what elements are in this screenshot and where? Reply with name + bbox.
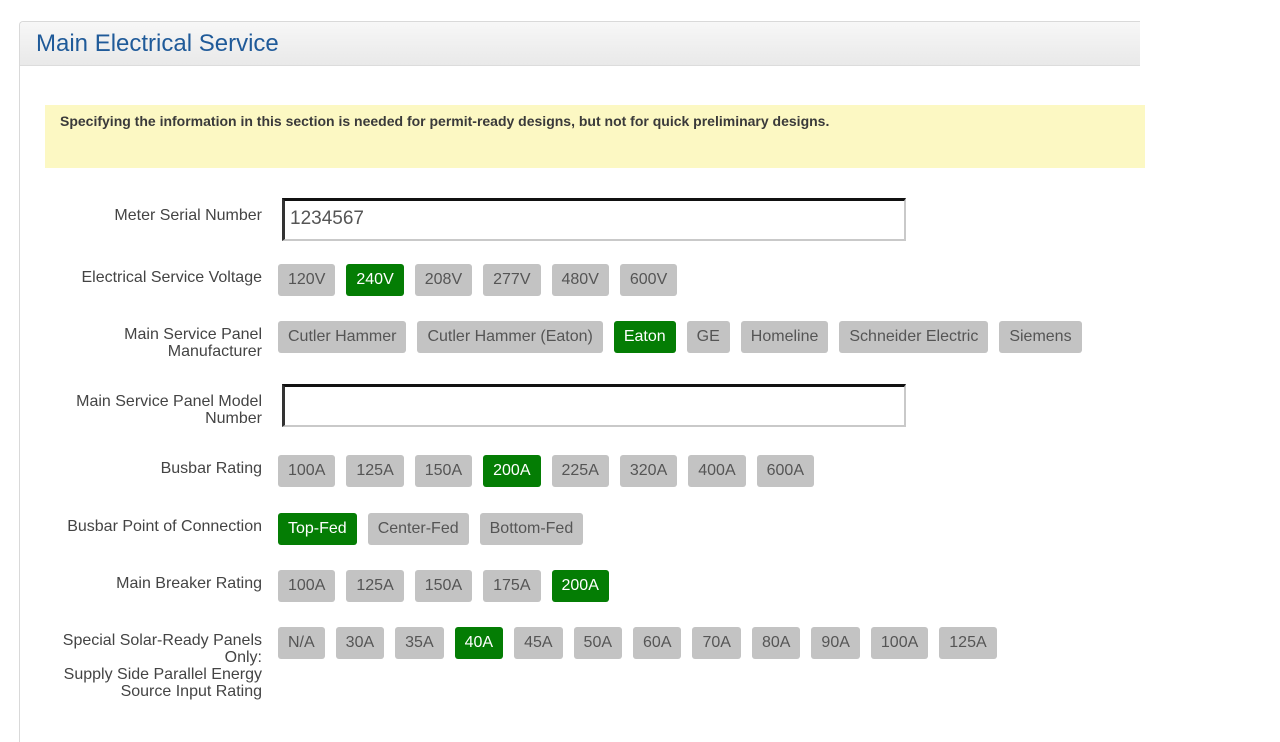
main-breaker-option[interactable]: 200A xyxy=(551,570,609,602)
notice-text: Specifying the information in this secti… xyxy=(60,113,830,129)
manufacturer-option[interactable]: GE xyxy=(686,321,730,353)
voltage-option[interactable]: 208V xyxy=(414,264,473,296)
manufacturer-option[interactable]: Schneider Electric xyxy=(839,321,989,353)
manufacturer-options: Cutler Hammer Cutler Hammer (Eaton) Eaton G… xyxy=(278,321,1082,353)
manufacturer-option[interactable]: Siemens xyxy=(999,321,1082,353)
busbar-rating-option[interactable]: 125A xyxy=(346,455,404,487)
busbar-rating-option[interactable]: 320A xyxy=(619,455,678,487)
voltage-options: 120V 240V 208V 277V 480V 600V xyxy=(278,264,678,296)
busbar-connection-option[interactable]: Bottom-Fed xyxy=(479,513,584,545)
solar-ready-option[interactable]: 45A xyxy=(514,627,563,659)
manufacturer-label: Main Service Panel Manufacturer xyxy=(22,326,262,360)
solar-ready-option[interactable]: 100A xyxy=(870,627,929,659)
solar-ready-option[interactable]: 50A xyxy=(573,627,623,659)
busbar-rating-option[interactable]: 225A xyxy=(551,455,609,487)
main-breaker-label: Main Breaker Rating xyxy=(116,575,262,592)
busbar-connection-option[interactable]: Center-Fed xyxy=(367,513,469,545)
busbar-rating-option[interactable]: 200A xyxy=(483,455,541,487)
voltage-option[interactable]: 120V xyxy=(278,264,336,296)
solar-ready-label-line1: Special Solar-Ready Panels xyxy=(62,632,262,649)
busbar-connection-options: Top-Fed Center-Fed Bottom-Fed xyxy=(278,513,584,545)
solar-ready-option[interactable]: 70A xyxy=(692,627,741,659)
solar-ready-option[interactable]: 35A xyxy=(395,627,444,659)
solar-ready-option[interactable]: 60A xyxy=(633,627,682,659)
model-number-label: Main Service Panel Model Number xyxy=(22,393,262,427)
manufacturer-label-line2: Manufacturer xyxy=(167,343,262,360)
solar-ready-option[interactable]: 40A xyxy=(454,627,504,659)
main-breaker-option[interactable]: 100A xyxy=(278,570,336,602)
main-electrical-service-panel: Main Electrical Service Specifying the i… xyxy=(19,21,1145,742)
voltage-option[interactable]: 240V xyxy=(346,264,404,296)
solar-ready-option[interactable]: 30A xyxy=(335,627,385,659)
busbar-connection-option[interactable]: Top-Fed xyxy=(278,513,357,545)
solar-ready-option[interactable]: 125A xyxy=(939,627,997,659)
model-number-label-line1: Main Service Panel Model xyxy=(76,393,262,410)
busbar-rating-options: 100A 125A 150A 200A 225A 320A 400A 600A xyxy=(278,455,814,487)
manufacturer-option[interactable]: Cutler Hammer (Eaton) xyxy=(417,321,603,353)
solar-ready-label-line3: Supply Side Parallel Energy xyxy=(63,666,262,683)
info-notice: Specifying the information in this secti… xyxy=(45,105,1145,168)
busbar-rating-option[interactable]: 600A xyxy=(756,455,814,487)
solar-ready-option[interactable]: 90A xyxy=(811,627,860,659)
solar-ready-label-line2: Only: xyxy=(224,649,262,666)
model-number-label-line2: Number xyxy=(205,410,262,427)
voltage-option[interactable]: 600V xyxy=(619,264,678,296)
solar-ready-option[interactable]: 80A xyxy=(751,627,801,659)
solar-ready-label: Special Solar-Ready Panels Only: Supply … xyxy=(22,632,262,700)
main-breaker-option[interactable]: 125A xyxy=(346,570,404,602)
busbar-rating-option[interactable]: 400A xyxy=(688,455,746,487)
busbar-rating-option[interactable]: 100A xyxy=(278,455,336,487)
main-breaker-option[interactable]: 175A xyxy=(483,570,541,602)
panel-title: Main Electrical Service xyxy=(36,29,279,57)
main-breaker-options: 100A 125A 150A 175A 200A xyxy=(278,570,609,602)
busbar-rating-option[interactable]: 150A xyxy=(414,455,473,487)
main-breaker-option[interactable]: 150A xyxy=(414,570,473,602)
manufacturer-option[interactable]: Cutler Hammer xyxy=(278,321,407,353)
solar-ready-label-line4: Source Input Rating xyxy=(120,683,262,700)
busbar-connection-label: Busbar Point of Connection xyxy=(67,518,262,535)
voltage-label: Electrical Service Voltage xyxy=(81,269,262,286)
meter-serial-label: Meter Serial Number xyxy=(114,207,262,224)
meter-serial-input[interactable]: 1234567 xyxy=(282,198,906,241)
voltage-option[interactable]: 480V xyxy=(551,264,609,296)
manufacturer-label-line1: Main Service Panel xyxy=(124,326,262,343)
busbar-rating-label: Busbar Rating xyxy=(160,460,262,477)
manufacturer-option[interactable]: Homeline xyxy=(740,321,829,353)
model-number-input[interactable] xyxy=(282,384,906,427)
voltage-option[interactable]: 277V xyxy=(483,264,541,296)
manufacturer-option[interactable]: Eaton xyxy=(613,321,676,353)
panel-header: Main Electrical Service xyxy=(20,22,1140,66)
solar-ready-option[interactable]: N/A xyxy=(278,627,325,659)
solar-ready-options: N/A 30A 35A 40A 45A 50A 60A 70A 80A 90A 100A 125A xyxy=(278,627,997,659)
